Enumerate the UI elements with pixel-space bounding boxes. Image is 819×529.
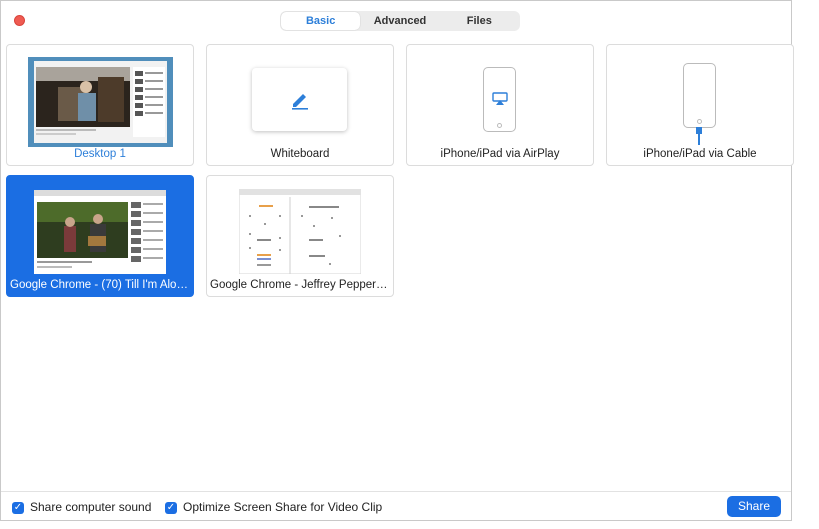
footer-bar: ✓ Share computer sound ✓ Optimize Screen… [1, 491, 791, 522]
share-tabs: Basic Advanced Files [280, 11, 520, 31]
tile-label: Google Chrome - Jeffrey Pepper R... [210, 279, 393, 291]
close-window-button[interactable] [14, 15, 25, 26]
share-button[interactable]: Share [727, 496, 781, 517]
tab-basic[interactable]: Basic [281, 12, 361, 30]
share-sound-checkbox[interactable]: ✓ [12, 502, 24, 514]
share-tile-cable[interactable]: iPhone/iPad via Cable [606, 44, 794, 166]
share-tile-chrome-window-1[interactable]: Google Chrome - (70) Till I'm Alon... [6, 175, 194, 297]
share-tile-whiteboard[interactable]: Whiteboard [206, 44, 394, 166]
phone-outline-icon [483, 67, 516, 132]
pencil-icon [292, 94, 308, 110]
tile-label: Whiteboard [270, 148, 330, 160]
tab-advanced[interactable]: Advanced [360, 12, 439, 30]
tile-label: iPhone/iPad via AirPlay [440, 148, 560, 160]
airplay-icon [492, 92, 508, 105]
whiteboard-preview [252, 68, 347, 131]
phone-outline-icon [683, 63, 716, 128]
cable-icon [696, 127, 702, 145]
share-screen-window: Basic Advanced Files Desktop 1 Whiteboar… [0, 0, 794, 522]
share-tile-chrome-window-2[interactable]: Google Chrome - Jeffrey Pepper R... [206, 175, 394, 297]
share-sound-label: Share computer sound [30, 500, 152, 514]
tile-label: iPhone/iPad via Cable [643, 148, 757, 160]
tile-label: Google Chrome - (70) Till I'm Alon... [10, 279, 193, 291]
desktop-thumbnail [28, 57, 173, 147]
chrome-window-thumbnail [239, 189, 361, 274]
chrome-window-thumbnail [34, 190, 166, 274]
tab-files[interactable]: Files [440, 12, 519, 30]
share-tile-airplay[interactable]: iPhone/iPad via AirPlay [406, 44, 594, 166]
tile-label: Desktop 1 [74, 148, 126, 160]
share-tile-desktop-1[interactable]: Desktop 1 [6, 44, 194, 166]
optimize-video-checkbox[interactable]: ✓ [165, 502, 177, 514]
optimize-video-label: Optimize Screen Share for Video Clip [183, 500, 383, 514]
